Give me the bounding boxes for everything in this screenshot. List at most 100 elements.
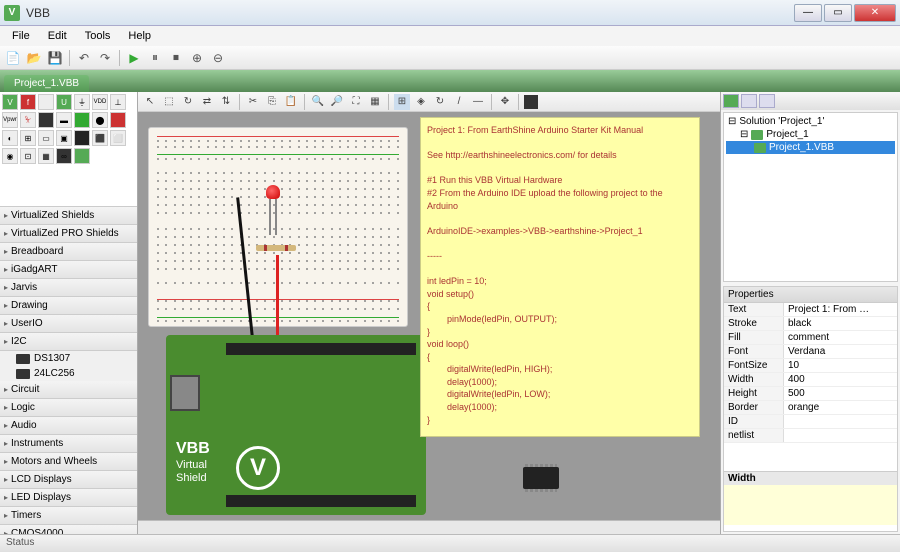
line-icon[interactable]: — [470,94,486,110]
save-icon[interactable]: 💾 [46,49,64,67]
led-component[interactable] [266,185,280,205]
cat-audio[interactable]: Audio [0,417,137,435]
cat-motors[interactable]: Motors and Wheels [0,453,137,471]
palette-item[interactable]: ◐ [2,130,18,146]
close-button[interactable]: ✕ [854,4,896,22]
cat-userio[interactable]: UserIO [0,315,137,333]
tree-root[interactable]: ⊟ Solution 'Project_1' [726,115,895,128]
solution-tab3[interactable] [759,94,775,108]
palette-item[interactable]: ⊡ [20,148,36,164]
undo-icon[interactable]: ↶ [75,49,93,67]
cat-cmos[interactable]: CMOS4000 [0,525,137,534]
cat-logic[interactable]: Logic [0,399,137,417]
stop-icon[interactable]: ⏹ [167,49,185,67]
redo-icon[interactable]: ↷ [96,49,114,67]
palette-item[interactable] [74,148,90,164]
cat-igadgart[interactable]: iGadgART [0,261,137,279]
select-icon[interactable]: ⬚ [161,94,177,110]
wire-red[interactable] [276,255,279,347]
code-note[interactable]: Project 1: From EarthShine Arduino Start… [420,117,700,437]
canvas[interactable]: VBB Virtual Shield V Project 1: From Ear… [138,112,720,520]
copy-icon[interactable]: ⎘ [264,94,280,110]
tree-file[interactable]: Project_1.VBB [726,141,895,154]
cat-i2c[interactable]: I2C [0,333,137,351]
palette-item[interactable]: ⬜ [110,130,126,146]
grid-icon[interactable]: ▦ [367,94,383,110]
step2-icon[interactable]: ⊖ [209,49,227,67]
palette-item[interactable]: ▭ [38,130,54,146]
menu-help[interactable]: Help [120,28,159,44]
zoomout-icon[interactable]: 🔎 [329,94,345,110]
open-icon[interactable]: 📂 [25,49,43,67]
minimize-button[interactable]: — [794,4,822,22]
cat-instruments[interactable]: Instruments [0,435,137,453]
new-icon[interactable]: 📄 [4,49,22,67]
move-icon[interactable]: ✥ [497,94,513,110]
doc-tab[interactable]: Project_1.VBB [4,75,89,92]
tree-project[interactable]: ⊟ Project_1 [726,128,895,141]
properties-header: Properties [724,287,897,303]
menu-edit[interactable]: Edit [40,28,75,44]
palette-item[interactable]: ⏧ [20,112,36,128]
item-24lc256[interactable]: 24LC256 [0,366,137,381]
cat-led[interactable]: LED Displays [0,489,137,507]
solution-tab2[interactable] [741,94,757,108]
palette-item[interactable]: ⏚ [74,94,90,110]
cat-circuit[interactable]: Circuit [0,381,137,399]
menu-tools[interactable]: Tools [77,28,119,44]
palette-item[interactable] [38,112,54,128]
ds1307-chip[interactable] [523,467,559,489]
run-icon[interactable]: ▶ [125,49,143,67]
palette-item[interactable] [110,112,126,128]
cat-lcd[interactable]: LCD Displays [0,471,137,489]
palette-item[interactable]: ▦ [38,148,54,164]
resistor-component[interactable] [256,245,296,251]
zoomin-icon[interactable]: 🔍 [310,94,326,110]
palette-item[interactable] [74,112,90,128]
cat-virtualized-pro[interactable]: VirtualiZed PRO Shields [0,225,137,243]
wire-icon[interactable]: / [451,94,467,110]
palette-item[interactable]: ∞ [56,148,72,164]
cat-timers[interactable]: Timers [0,507,137,525]
menu-file[interactable]: File [4,28,38,44]
flipv-icon[interactable]: ⇅ [218,94,234,110]
cat-drawing[interactable]: Drawing [0,297,137,315]
palette-item[interactable]: ▣ [56,130,72,146]
paste-icon[interactable]: 📋 [283,94,299,110]
palette-item[interactable]: ◉ [2,148,18,164]
arduino-shield[interactable]: VBB Virtual Shield V [166,335,426,515]
color-icon[interactable] [524,95,538,109]
category-list[interactable]: VirtualiZed Shields VirtualiZed PRO Shie… [0,207,137,534]
cat-breadboard[interactable]: Breadboard [0,243,137,261]
item-ds1307[interactable]: DS1307 [0,351,137,366]
snap-icon[interactable]: ⊞ [394,94,410,110]
palette-item[interactable]: VDD [92,94,108,110]
palette-item[interactable]: ▬ [56,112,72,128]
palette-item[interactable]: V [2,94,18,110]
palette-item[interactable]: ⊞ [20,130,36,146]
solution-tree[interactable]: ⊟ Solution 'Project_1' ⊟ Project_1 Proje… [723,112,898,282]
maximize-button[interactable]: ▭ [824,4,852,22]
flip-icon[interactable]: ⇄ [199,94,215,110]
palette-item[interactable]: f [20,94,36,110]
zoomfit-icon[interactable]: ⛶ [348,94,364,110]
cat-virtualized-shields[interactable]: VirtualiZed Shields [0,207,137,225]
step-icon[interactable]: ⊕ [188,49,206,67]
palette-item[interactable]: Vpwr [2,112,18,128]
layer-icon[interactable]: ◈ [413,94,429,110]
h-scrollbar[interactable] [138,520,720,534]
pointer-icon[interactable]: ↖ [142,94,158,110]
refresh-icon[interactable]: ↻ [432,94,448,110]
cat-jarvis[interactable]: Jarvis [0,279,137,297]
pause-icon[interactable]: ⏸ [146,49,164,67]
palette-item[interactable] [74,130,90,146]
cut-icon[interactable]: ✂ [245,94,261,110]
palette-item[interactable]: ⬤ [92,112,108,128]
properties-grid[interactable]: TextProject 1: From … Strokeblack Fillco… [724,303,897,471]
rotate-icon[interactable]: ↻ [180,94,196,110]
palette-item[interactable]: ⊥ [110,94,126,110]
solution-tab[interactable] [723,94,739,108]
palette-item[interactable]: ⬛ [92,130,108,146]
palette-item[interactable] [38,94,54,110]
palette-item[interactable]: U [56,94,72,110]
